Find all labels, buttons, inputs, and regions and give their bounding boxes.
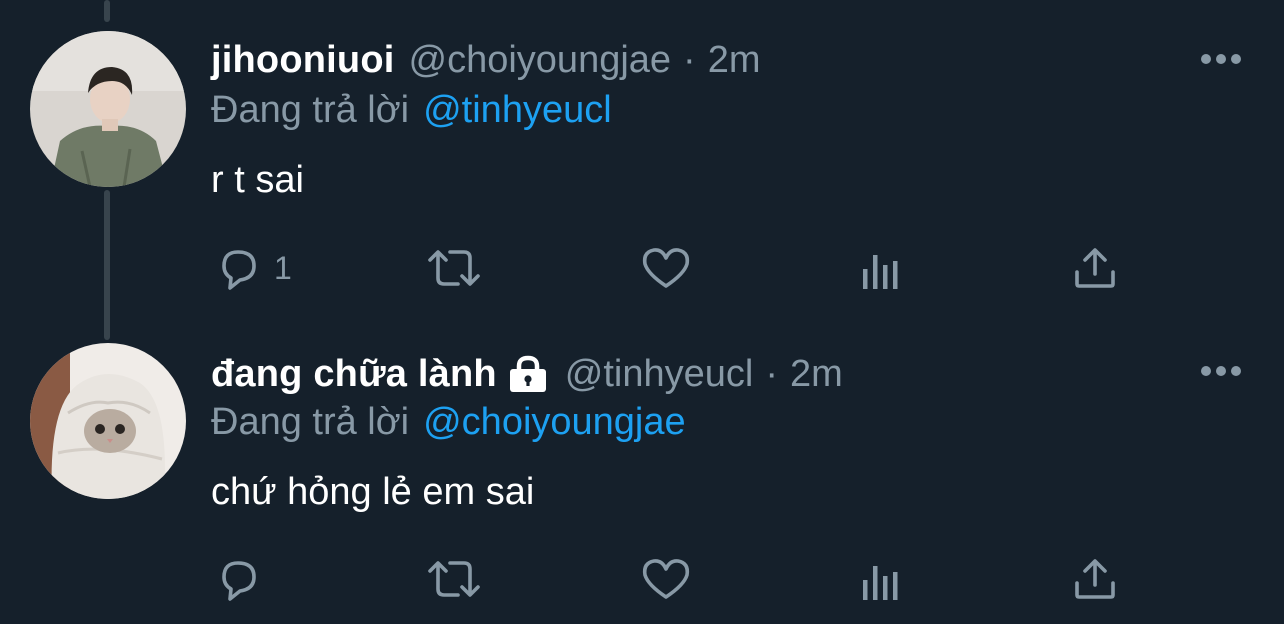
replying-to-label: Đang trả lời: [211, 88, 410, 131]
separator-dot: ·: [765, 352, 779, 395]
like-button[interactable]: [640, 243, 692, 293]
timestamp[interactable]: 2m: [708, 39, 761, 82]
replying-to: Đang trả lời @tinhyeucl: [211, 86, 612, 134]
tweet[interactable]: đang chữa lành @tinhyeucl · 2m Đang trả …: [0, 320, 1284, 624]
avatar[interactable]: [30, 31, 186, 187]
reply-button[interactable]: 1: [214, 243, 292, 293]
display-name[interactable]: jihooniuoi: [211, 39, 395, 82]
more-icon[interactable]: [1200, 364, 1242, 378]
share-button[interactable]: [1073, 243, 1117, 293]
retweet-icon: [426, 244, 482, 292]
tweet-header: đang chữa lành @tinhyeucl · 2m: [211, 350, 843, 398]
replying-to-handle[interactable]: @tinhyeucl: [423, 89, 612, 132]
avatar[interactable]: [30, 343, 186, 499]
heart-icon: [640, 555, 692, 603]
reply-count: 1: [274, 249, 292, 286]
replying-to: Đang trả lời @choiyoungjae: [211, 398, 686, 446]
display-name[interactable]: đang chữa lành: [211, 353, 497, 396]
retweet-button[interactable]: [426, 554, 482, 604]
separator-dot: ·: [683, 38, 696, 81]
analytics-icon: [860, 247, 904, 293]
more-icon[interactable]: [1200, 52, 1242, 66]
share-icon: [1073, 244, 1117, 292]
timestamp[interactable]: 2m: [790, 353, 843, 396]
retweet-button[interactable]: [426, 243, 482, 293]
reply-icon: [214, 244, 262, 292]
analytics-button[interactable]: [860, 556, 904, 606]
handle[interactable]: @choiyoungjae: [409, 39, 672, 82]
analytics-button[interactable]: [860, 245, 904, 295]
tweet-text: chứ hỏng lẻ em sai: [211, 470, 535, 513]
tweet-header: jihooniuoi @choiyoungjae · 2m: [211, 36, 761, 84]
lock-icon: [507, 354, 549, 394]
tweet-text: r t sai: [211, 158, 304, 201]
tweet[interactable]: jihooniuoi @choiyoungjae · 2m Đang trả l…: [0, 0, 1284, 320]
handle[interactable]: @tinhyeucl: [565, 353, 754, 396]
heart-icon: [640, 244, 692, 292]
share-button[interactable]: [1073, 554, 1117, 604]
share-icon: [1073, 555, 1117, 603]
retweet-icon: [426, 555, 482, 603]
analytics-icon: [860, 558, 904, 604]
reply-icon: [214, 555, 262, 603]
reply-button[interactable]: [214, 554, 274, 604]
replying-to-handle[interactable]: @choiyoungjae: [423, 401, 686, 444]
like-button[interactable]: [640, 554, 692, 604]
replying-to-label: Đang trả lời: [211, 400, 410, 443]
